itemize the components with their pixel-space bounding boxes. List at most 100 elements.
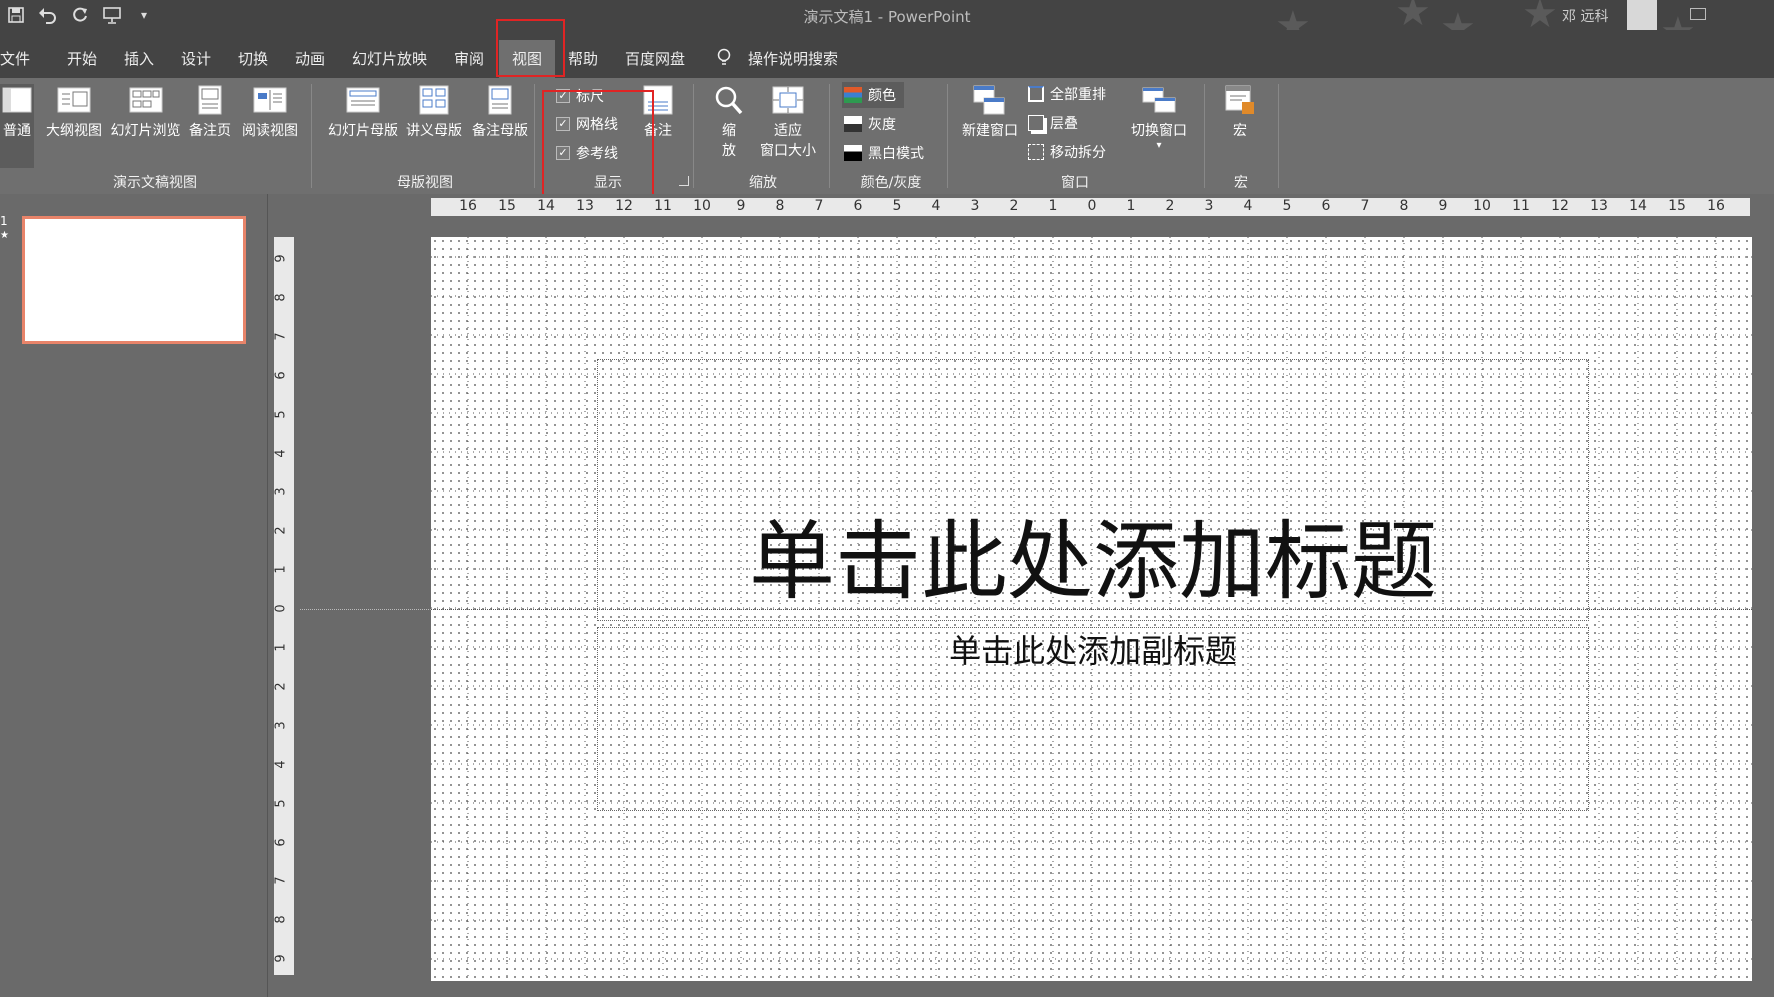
ruler-tick-label: 1 xyxy=(1126,198,1136,214)
ruler-tick-label: 10 xyxy=(693,198,711,214)
tab-baidu-netdisk[interactable]: 百度网盘 xyxy=(625,48,685,69)
tab-help[interactable]: 帮助 xyxy=(568,48,598,69)
ruler-tick-label: 8 xyxy=(1399,198,1409,214)
ruler-tick-label: 0 xyxy=(1087,198,1097,214)
arrange-all-icon xyxy=(1028,86,1044,102)
slide-thumbnail-pane: 1 ★ xyxy=(0,194,268,997)
ribbon-display-options-icon[interactable] xyxy=(1690,8,1706,20)
group-window: 窗口 xyxy=(1061,175,1089,191)
ruler-tick-label: 7 xyxy=(273,332,289,341)
tab-transitions[interactable]: 切换 xyxy=(238,48,268,69)
ruler-tick-label: 8 xyxy=(775,198,785,214)
ruler-tick-label: 3 xyxy=(1204,198,1214,214)
tab-review[interactable]: 审阅 xyxy=(454,48,484,69)
black-white-button[interactable]: 黑白模式 xyxy=(844,143,924,163)
normal-view-button[interactable]: 普通 xyxy=(0,84,34,168)
group-separator xyxy=(829,84,830,188)
grayscale-button[interactable]: 灰度 xyxy=(844,114,896,134)
normal-view-icon xyxy=(2,84,32,116)
ruler-tick-label: 4 xyxy=(273,448,289,458)
dialog-launcher-icon[interactable] xyxy=(679,176,689,186)
tab-home[interactable]: 开始 xyxy=(67,48,97,69)
ribbon: 普通 大纲视图 幻灯片浏览 备注页 阅读视图 演示文稿视图 幻灯片母版 讲义母版 xyxy=(0,78,1774,194)
subtitle-placeholder[interactable]: 单击此处添加副标题 xyxy=(597,627,1589,811)
ruler-tick-label: 1 xyxy=(273,565,289,574)
macro-icon xyxy=(1222,84,1258,116)
window-title: 演示文稿1 - PowerPoint xyxy=(803,8,971,26)
ruler-tick-label: 9 xyxy=(273,954,289,963)
ruler-tick-label: 14 xyxy=(1629,198,1647,214)
reading-view-button[interactable]: 阅读视图 xyxy=(238,84,302,140)
tab-animations[interactable]: 动画 xyxy=(295,48,325,69)
ruler-tick-label: 12 xyxy=(615,198,633,214)
group-separator xyxy=(1278,84,1279,188)
vertical-ruler: 9 8 7 6 5 4 3 2 1 0 1 2 3 4 5 6 7 8 9 xyxy=(274,237,294,975)
notes-master-icon xyxy=(482,84,518,116)
grayscale-swatch-icon xyxy=(844,116,862,132)
move-split-button[interactable]: 移动拆分 xyxy=(1028,142,1106,162)
switch-window-button[interactable]: 切换窗口 ▾ xyxy=(1128,84,1190,151)
slide-thumbnail[interactable] xyxy=(22,216,246,344)
slide-number: 1 xyxy=(0,214,8,228)
color-button[interactable]: 颜色 xyxy=(842,82,904,108)
group-separator xyxy=(693,84,694,188)
ruler-tick-label: 8 xyxy=(273,293,289,302)
ruler-tick-label: 7 xyxy=(814,198,824,214)
title-bar: ▾ 演示文稿1 - PowerPoint ★ ★ ★ ★ ★ 邓 远科 xyxy=(0,0,1774,52)
ruler-tick-label: 5 xyxy=(273,798,289,808)
cascade-button[interactable]: 层叠 xyxy=(1028,113,1078,133)
ruler-tick-label: 9 xyxy=(273,254,289,263)
ruler-tick-label: 2 xyxy=(273,526,289,535)
handout-master-icon xyxy=(416,84,452,116)
ruler-tick-label: 13 xyxy=(1590,198,1608,214)
macros-button[interactable]: 宏 xyxy=(1218,84,1262,140)
zoom-button[interactable]: 缩 放 xyxy=(708,84,750,160)
ruler-tick-label: 6 xyxy=(273,837,289,847)
group-presentation-views: 演示文稿视图 xyxy=(113,175,197,191)
slide-master-button[interactable]: 幻灯片母版 xyxy=(324,84,402,140)
ruler-tick-label: 9 xyxy=(736,198,746,214)
switch-window-icon xyxy=(1141,84,1177,116)
ruler-tick-label: 2 xyxy=(1009,198,1019,214)
outline-view-icon xyxy=(56,84,92,116)
tab-insert[interactable]: 插入 xyxy=(124,48,154,69)
ruler-tick-label: 11 xyxy=(1512,198,1530,214)
group-separator xyxy=(947,84,948,188)
slide-master-icon xyxy=(345,84,381,116)
ruler-tick-label: 4 xyxy=(1243,198,1253,214)
tab-design[interactable]: 设计 xyxy=(181,48,211,69)
user-name[interactable]: 邓 远科 xyxy=(1562,6,1608,26)
group-separator xyxy=(534,84,535,188)
outline-view-button[interactable]: 大纲视图 xyxy=(42,84,106,140)
ruler-tick-label: 7 xyxy=(273,876,289,886)
new-window-button[interactable]: 新建窗口 xyxy=(958,84,1022,140)
arrange-all-button[interactable]: 全部重排 xyxy=(1028,84,1106,104)
ruler-tick-label: 2 xyxy=(1165,198,1175,214)
horizontal-ruler: 16 15 14 13 12 11 10 9 8 7 6 5 4 3 2 1 0 1 2 3 4 5 6 7 8 9 10 11 12 1… xyxy=(431,198,1750,216)
avatar[interactable] xyxy=(1627,0,1657,30)
slide-title: 单击此处添加标题 xyxy=(749,512,1437,612)
magnifier-icon xyxy=(711,84,747,116)
slide-subtitle: 单击此处添加副标题 xyxy=(948,632,1237,670)
star-decoration-icon: ★ xyxy=(1395,0,1431,35)
notes-page-icon xyxy=(192,84,228,116)
ruler-tick-label: 2 xyxy=(273,682,289,691)
horizontal-guide[interactable] xyxy=(300,609,431,610)
ruler-tick-label: 12 xyxy=(1551,198,1569,214)
tab-slideshow[interactable]: 幻灯片放映 xyxy=(352,48,427,69)
ruler-tick-label: 6 xyxy=(273,371,289,380)
title-placeholder[interactable]: 单击此处添加标题 xyxy=(597,359,1589,621)
ruler-tick-label: 5 xyxy=(1282,198,1292,214)
fit-to-window-button[interactable]: 适应 窗口大小 xyxy=(756,84,820,160)
tell-me-search[interactable]: 操作说明搜索 xyxy=(748,48,838,69)
slide-sorter-button[interactable]: 幻灯片浏览 xyxy=(108,84,183,140)
tab-file[interactable]: 文件 xyxy=(0,48,30,69)
notes-page-button[interactable]: 备注页 xyxy=(186,84,234,140)
ruler-tick-label: 8 xyxy=(273,915,289,924)
handout-master-button[interactable]: 讲义母版 xyxy=(403,84,465,140)
new-window-icon xyxy=(972,84,1008,116)
chevron-down-icon: ▾ xyxy=(1156,140,1162,151)
fit-window-icon xyxy=(770,84,806,116)
notes-master-button[interactable]: 备注母版 xyxy=(469,84,531,140)
horizontal-guide[interactable] xyxy=(431,609,1752,610)
